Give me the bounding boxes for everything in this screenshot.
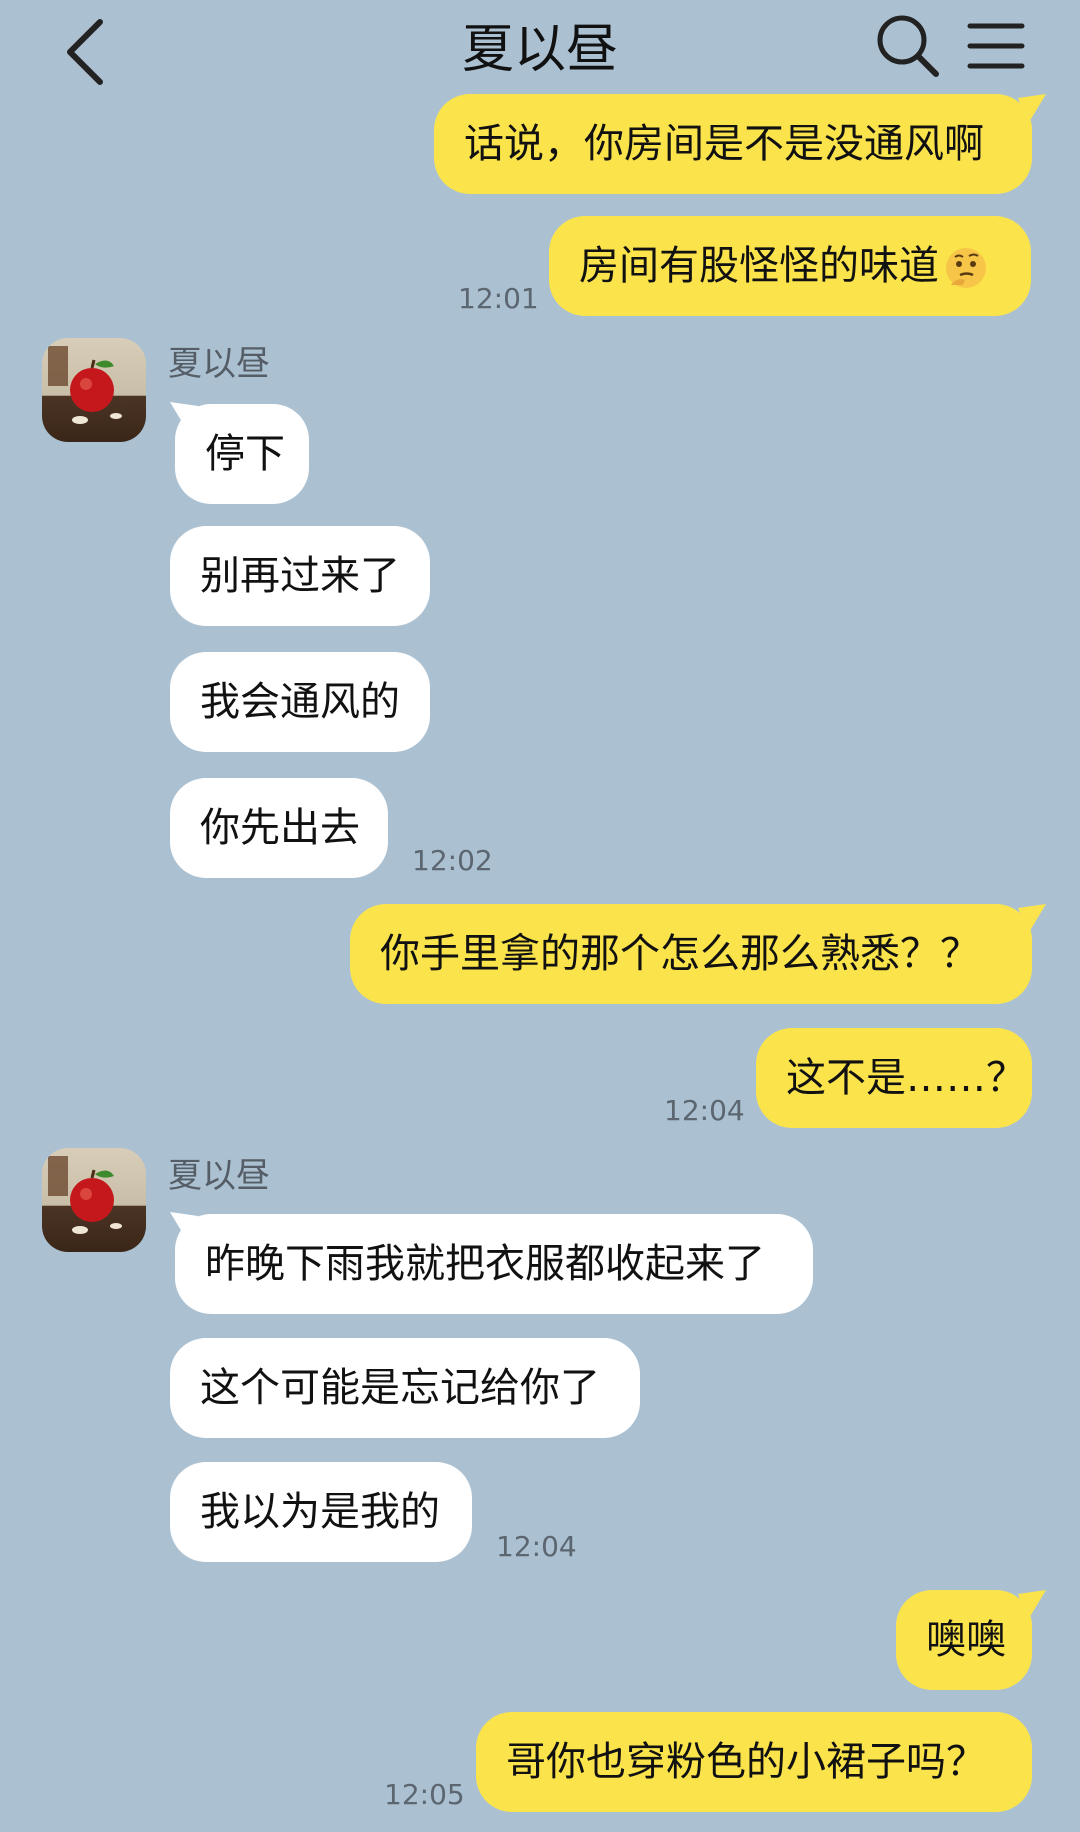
message-text: 这不是……？: [786, 1055, 1026, 1101]
message-bubble-incoming[interactable]: 我会通风的: [170, 652, 430, 752]
search-button[interactable]: [874, 12, 942, 80]
sender-name: 夏以昼: [168, 1156, 270, 1196]
message-bubble-incoming[interactable]: 这个可能是忘记给你了: [170, 1338, 640, 1438]
bubble-tail-icon: [1018, 904, 1046, 934]
contact-avatar[interactable]: [42, 1148, 146, 1252]
message-timestamp: 12:05: [384, 1778, 465, 1811]
message-bubble-outgoing[interactable]: 房间有股怪怪的味道: [549, 216, 1031, 316]
message-text: 停下: [205, 431, 285, 477]
avatar-apple-image: [48, 1156, 122, 1234]
message-timestamp: 12:04: [496, 1530, 577, 1563]
message-text: 哥你也穿粉色的小裙子吗？: [506, 1739, 986, 1785]
message-bubble-outgoing[interactable]: 哥你也穿粉色的小裙子吗？: [476, 1712, 1032, 1812]
message-timestamp: 12:02: [412, 844, 493, 877]
avatar-apple-image: [48, 346, 122, 424]
message-bubble-incoming[interactable]: 我以为是我的: [170, 1462, 472, 1562]
message-text: 我会通风的: [200, 679, 400, 725]
message-timestamp: 12:01: [458, 282, 539, 315]
message-text: 这个可能是忘记给你了: [200, 1365, 600, 1411]
message-text: 你先出去: [200, 805, 360, 851]
message-bubble-outgoing[interactable]: 噢噢: [896, 1590, 1032, 1690]
message-text: 你手里拿的那个怎么那么熟悉？？: [380, 931, 980, 977]
message-text: 噢噢: [926, 1617, 1006, 1663]
bubble-tail-icon: [1018, 94, 1046, 124]
message-timestamp: 12:04: [664, 1094, 745, 1127]
message-text: 别再过来了: [200, 553, 400, 599]
message-text: 房间有股怪怪的味道: [579, 243, 939, 289]
bubble-tail-icon: [170, 1212, 198, 1242]
message-bubble-incoming[interactable]: 昨晚下雨我就把衣服都收起来了: [175, 1214, 813, 1314]
chat-header: 夏以昼: [0, 0, 1080, 100]
thinking-face-emoji: [946, 248, 986, 288]
message-text: 话说，你房间是不是没通风啊: [464, 121, 984, 167]
message-text: 昨晚下雨我就把衣服都收起来了: [205, 1241, 765, 1287]
message-bubble-outgoing[interactable]: 你手里拿的那个怎么那么熟悉？？: [350, 904, 1032, 1004]
menu-icon: [967, 23, 1025, 69]
message-text: 我以为是我的: [200, 1489, 440, 1535]
sender-name: 夏以昼: [168, 344, 270, 384]
menu-button[interactable]: [964, 12, 1028, 80]
contact-avatar[interactable]: [42, 338, 146, 442]
bubble-tail-icon: [1018, 1590, 1046, 1620]
message-bubble-incoming[interactable]: 别再过来了: [170, 526, 430, 626]
message-bubble-outgoing[interactable]: 话说，你房间是不是没通风啊: [434, 94, 1032, 194]
search-icon: [877, 15, 939, 77]
message-bubble-incoming[interactable]: 你先出去: [170, 778, 388, 878]
message-bubble-outgoing[interactable]: 这不是……？: [756, 1028, 1032, 1128]
bubble-tail-icon: [170, 402, 198, 432]
